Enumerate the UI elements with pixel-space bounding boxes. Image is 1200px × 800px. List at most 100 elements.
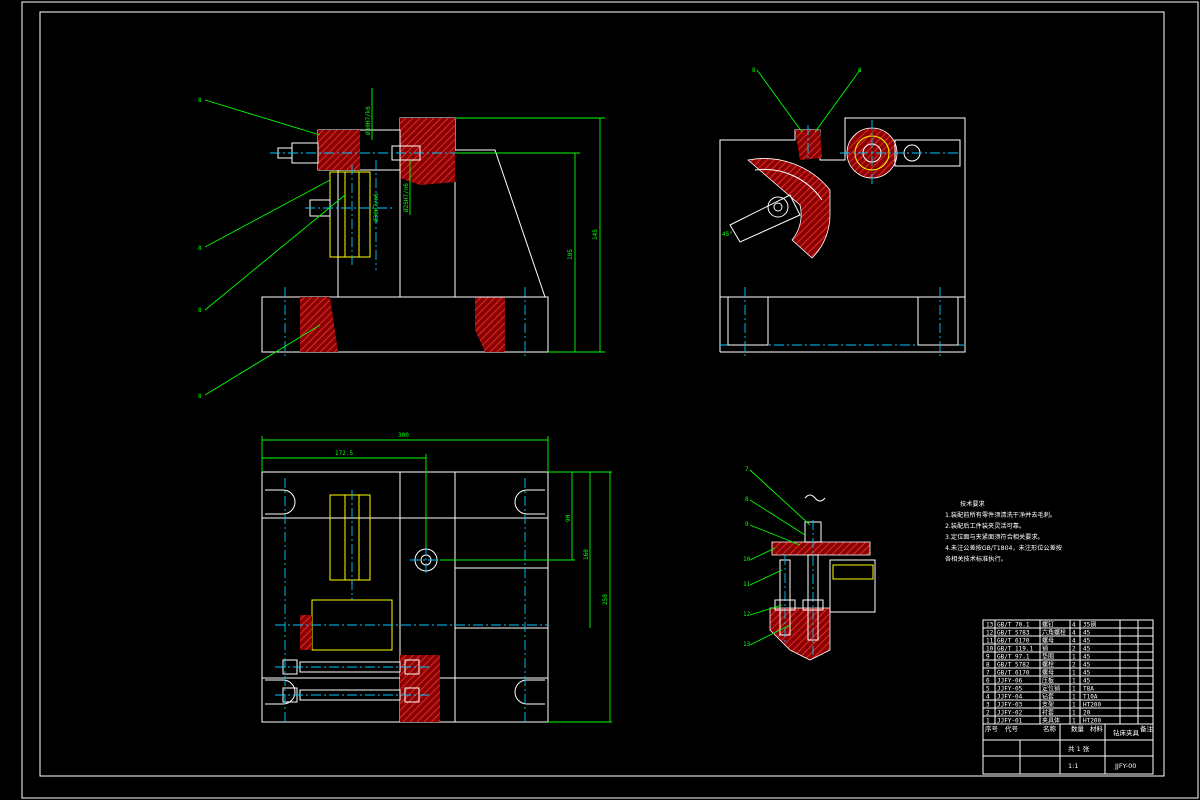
title-block-sheet: 共 1 张 <box>1068 744 1090 753</box>
bom-cell-name: 衬套 <box>1042 709 1054 717</box>
fit-label-2: Ø25H7/n6 <box>403 183 410 212</box>
bom-cell-code: GB/T 5783 <box>997 630 1030 637</box>
bom-header-no: 序号 <box>985 724 999 733</box>
bom-cell-no: 2 <box>986 710 990 717</box>
bom-cell-name: 夹具体 <box>1042 717 1060 725</box>
balloon-detail-12: 12 <box>743 611 751 618</box>
bom-cell-qty: 1 <box>1072 686 1076 693</box>
bom-cell-mat: T8A <box>1083 686 1094 693</box>
bom-cell-mat: 35钢 <box>1083 621 1096 629</box>
bill-of-materials: 13 GB/T 70.1 螺钉 4 35钢12 GB/T 5783 六角螺栓 4 4511 GB/… <box>982 619 1154 733</box>
top-dim-172-5: 172.5 <box>335 450 353 457</box>
bom-cell-name: 压板 <box>1042 677 1054 685</box>
note-line-3: 3.定位面与夹紧面须符合相关要求。 <box>945 533 1044 541</box>
bom-cell-mat: 45 <box>1083 638 1091 645</box>
notes-title: 技术要求 <box>960 500 985 508</box>
bom-cell-no: 12 <box>986 630 994 637</box>
bom-cell-mat: 45 <box>1083 662 1091 669</box>
bom-cell-qty: 2 <box>1072 646 1076 653</box>
bom-header-mat: 材料 <box>1090 724 1104 733</box>
bom-cell-qty: 1 <box>1072 702 1076 709</box>
bom-cell-qty: 1 <box>1072 694 1076 701</box>
bom-cell-name: 螺钉 <box>1042 621 1054 629</box>
balloon-front-1: 8 <box>198 97 202 104</box>
bom-cell-name: 螺母 <box>1042 669 1054 677</box>
balloon-front-4: 8 <box>198 393 202 400</box>
bom-cell-name: 销 <box>1042 645 1048 653</box>
note-line-2: 2.装配后工件装夹灵活可靠。 <box>945 522 1025 530</box>
detail-view: 7 8 9 10 11 12 13 <box>743 466 876 661</box>
bom-cell-mat: HT200 <box>1083 718 1101 725</box>
bom-cell-qty: 4 <box>1072 622 1076 629</box>
bom-header-note: 备注 <box>1140 724 1154 733</box>
fit-label-1: Ø30H7/k6 <box>365 106 372 135</box>
side-angle-note: 45° <box>722 231 733 238</box>
bom-cell-mat: T10A <box>1083 694 1098 701</box>
bom-cell-code: GB/T 6170 <box>997 670 1030 677</box>
bom-cell-qty: 4 <box>1072 630 1076 637</box>
bom-cell-name: 支架 <box>1042 701 1054 709</box>
balloon-detail-10: 10 <box>743 556 751 563</box>
front-dim-105: 105 <box>567 249 574 260</box>
bom-header-qty: 数量 <box>1071 724 1085 733</box>
top-dim-160: 160 <box>583 549 590 560</box>
title-block-title: 钻床夹具 <box>1113 728 1140 737</box>
bom-cell-name: 垫圈 <box>1042 653 1054 661</box>
bom-header-code: 代号 <box>1005 724 1019 733</box>
bom-cell-no: 8 <box>986 662 990 669</box>
bom-cell-qty: 1 <box>1072 678 1076 685</box>
bom-cell-name: 螺栓 <box>1042 661 1054 669</box>
bom-cell-mat: 20 <box>1083 710 1091 717</box>
bom-cell-no: 13 <box>986 622 994 629</box>
bom-cell-code: GB/T 70.1 <box>997 622 1030 629</box>
side-view: 8 8 45° <box>719 67 966 357</box>
note-line-5: 各相关技术标准执行。 <box>945 555 1007 563</box>
balloon-front-2: 8 <box>198 245 202 252</box>
bom-cell-name: 定位销 <box>1042 685 1060 693</box>
bom-cell-no: 6 <box>986 678 990 685</box>
balloon-detail-7: 7 <box>745 466 749 473</box>
bom-cell-code: GB/T 119.1 <box>997 646 1034 653</box>
bom-cell-code: GB/T 5782 <box>997 662 1030 669</box>
technical-requirements: 技术要求 1.装配前所有零件须清洗干净并去毛刺。 2.装配后工件装夹灵活可靠。 … <box>945 500 1062 563</box>
balloon-detail-9: 9 <box>745 521 749 528</box>
bom-cell-mat: 45 <box>1083 630 1091 637</box>
bom-cell-mat: 45 <box>1083 646 1091 653</box>
bom-cell-no: 7 <box>986 670 990 677</box>
bom-cell-code: JJFY-05 <box>997 686 1023 693</box>
top-dim-300: 300 <box>398 432 409 439</box>
bom-cell-code: JJFY-02 <box>997 710 1023 717</box>
bom-cell-no: 1 <box>986 718 990 725</box>
bom-cell-qty: 1 <box>1072 710 1076 717</box>
bom-cell-mat: 45 <box>1083 654 1091 661</box>
bom-cell-mat: 45 <box>1083 670 1091 677</box>
bom-cell-name: 钻套 <box>1042 693 1054 701</box>
balloon-detail-8: 8 <box>745 496 749 503</box>
top-view: 300 172.5 250 160 90 <box>261 432 612 723</box>
note-line-1: 1.装配前所有零件须清洗干净并去毛刺。 <box>945 511 1056 519</box>
note-line-4: 4.未注公差按GB/T1804，未注形位公差按 <box>945 544 1062 552</box>
bom-cell-code: JJFY-06 <box>997 678 1023 685</box>
title-block-drawing-no: JJFY-00 <box>1114 762 1136 770</box>
bom-cell-qty: 4 <box>1072 638 1076 645</box>
top-dim-250: 250 <box>602 594 609 605</box>
bom-cell-no: 4 <box>986 694 990 701</box>
bom-cell-code: JJFY-03 <box>997 702 1023 709</box>
bom-cell-code: JJFY-04 <box>997 694 1023 701</box>
bom-cell-qty: 1 <box>1072 654 1076 661</box>
bom-cell-mat: HT200 <box>1083 702 1101 709</box>
balloon-detail-11: 11 <box>743 581 751 588</box>
bom-cell-no: 3 <box>986 702 990 709</box>
top-dim-90: 90 <box>565 514 572 522</box>
front-view: 145 105 Ø30H7/k6 Ø25H7/n6 Ø30H7/n6 8 8 8… <box>198 88 605 400</box>
bom-cell-code: GB/T 6170 <box>997 638 1030 645</box>
bom-cell-code: JJFY-01 <box>997 718 1023 725</box>
bom-cell-no: 9 <box>986 654 990 661</box>
bom-cell-mat: 45 <box>1083 678 1091 685</box>
balloon-side-2: 8 <box>858 67 862 74</box>
bom-cell-no: 11 <box>986 638 994 645</box>
bom-cell-qty: 1 <box>1072 718 1076 725</box>
bom-cell-name: 螺母 <box>1042 637 1054 645</box>
front-dim-145: 145 <box>592 229 599 240</box>
bom-cell-code: GB/T 97.1 <box>997 654 1030 661</box>
